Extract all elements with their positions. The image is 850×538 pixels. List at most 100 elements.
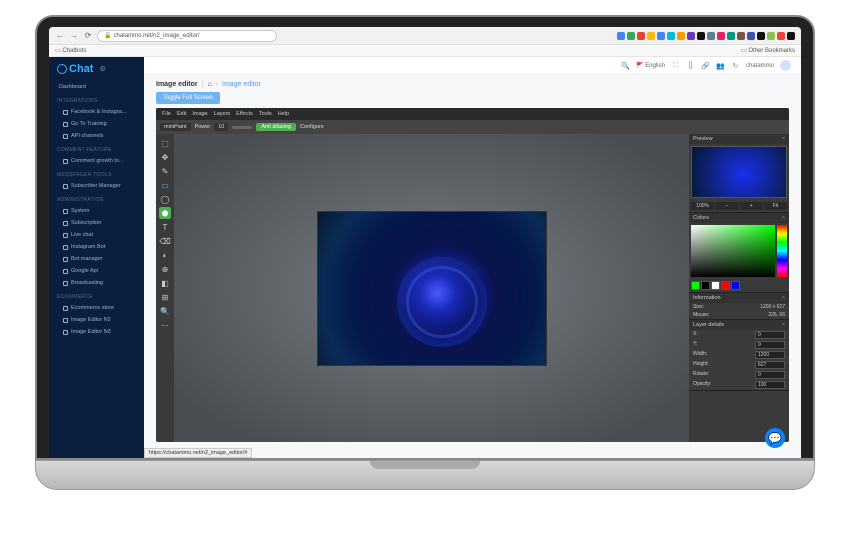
sidebar-item[interactable]: Image Editor N3 [49,326,144,338]
extension-icon[interactable] [677,32,685,40]
extension-icon[interactable] [667,32,675,40]
menu-edit[interactable]: Edit [177,111,186,117]
extension-icon[interactable] [657,32,665,40]
tool-button[interactable]: ⬚ [159,137,171,149]
color-swatch[interactable] [731,281,740,290]
language-picker[interactable]: 🚩 English [636,62,665,69]
breadcrumb-home[interactable]: ⌂ [207,81,211,88]
sidebar-item[interactable]: Facebook & Instagra... [49,106,144,118]
forward-button[interactable]: → [69,31,79,41]
extension-icon[interactable] [647,32,655,40]
menu-tools[interactable]: Tools [259,111,272,117]
tool-button[interactable]: ▭ [159,179,171,191]
username[interactable]: chatammo [746,63,774,69]
segment-icon[interactable]: [] [686,61,695,70]
zoom-fit[interactable]: Fit [764,202,787,210]
tool-button[interactable]: ⌫ [159,235,171,247]
sidebar-item[interactable]: Subscriber Manager [49,180,144,192]
extension-icon[interactable] [767,32,775,40]
sidebar-item[interactable]: Image Editor N2 [49,314,144,326]
team-icon[interactable]: 👥 [716,61,725,70]
layer-input[interactable] [755,361,785,369]
search-icon[interactable]: 🔍 [621,61,630,70]
preview-thumb[interactable] [691,146,787,198]
extension-icon[interactable] [747,32,755,40]
menu-file[interactable]: File [162,111,171,117]
tool-button[interactable]: ✎ [159,165,171,177]
configure-button[interactable]: Configure [300,124,324,130]
extension-icon[interactable] [617,32,625,40]
tool-button[interactable]: T [159,221,171,233]
menu-effects[interactable]: Effects [236,111,253,117]
layer-input[interactable] [755,341,785,349]
menu-help[interactable]: Help [278,111,289,117]
tool-button[interactable]: ◐ [159,249,171,261]
breadcrumb-link[interactable]: Image editor [222,81,261,88]
layer-input[interactable] [755,351,785,359]
close-icon[interactable]: × [782,136,785,142]
tool-button[interactable]: ⬟ [159,207,171,219]
sidebar-item-dashboard[interactable]: Dashboard [49,81,144,93]
color-swatch[interactable] [721,281,730,290]
sidebar-item[interactable]: Live chat [49,229,144,241]
tool-button[interactable]: ⊕ [159,263,171,275]
anti-aliasing-toggle[interactable]: Anti aliasing [256,123,296,131]
avatar[interactable] [780,60,791,71]
extension-icon[interactable] [777,32,785,40]
extension-icon[interactable] [717,32,725,40]
sidebar-item[interactable]: Google Api [49,265,144,277]
power-slider[interactable] [232,126,252,129]
zoom-in[interactable]: + [740,202,763,210]
extension-icon[interactable] [727,32,735,40]
messenger-fab[interactable]: 💬 [765,428,785,448]
other-bookmarks[interactable]: ▭ Other Bookmarks [741,47,795,54]
link-icon[interactable]: 🔗 [701,61,710,70]
sidebar-item[interactable]: Comment growth to... [49,155,144,167]
tool-button[interactable]: ⊞ [159,291,171,303]
hue-slider[interactable] [777,225,787,277]
layer-input[interactable] [755,331,785,339]
tool-button[interactable]: 🔍 [159,305,171,317]
power-value[interactable]: 10 [214,123,228,131]
tool-button[interactable]: ⋯ [159,319,171,331]
address-bar[interactable]: 🔒 chatammo.net/n2_image_editor/ [97,30,277,42]
tool-button[interactable]: ◯ [159,193,171,205]
bookmark-chatbots[interactable]: ▭ Chatbots [55,47,86,54]
close-icon[interactable]: × [782,322,785,328]
extension-icon[interactable] [627,32,635,40]
canvas-area[interactable] [174,134,689,442]
sidebar-item[interactable]: Instagram Bot [49,241,144,253]
app-logo[interactable]: Chat ⚙ [49,57,144,81]
refresh-icon[interactable]: ↻ [731,61,740,70]
zoom-value[interactable]: 100% [691,202,714,210]
sidebar-item[interactable]: API channels [49,130,144,142]
sidebar-item[interactable]: Subscription [49,217,144,229]
tool-button[interactable]: ✥ [159,151,171,163]
sidebar-item[interactable]: System [49,205,144,217]
sidebar-item[interactable]: Bot manager [49,253,144,265]
expand-icon[interactable]: ⛶ [671,61,680,70]
color-swatch[interactable] [711,281,720,290]
canvas-image[interactable] [317,211,547,366]
tool-button[interactable]: ◧ [159,277,171,289]
extension-icon[interactable] [757,32,765,40]
extension-icon[interactable] [697,32,705,40]
extension-icon[interactable] [707,32,715,40]
menu-layers[interactable]: Layers [214,111,231,117]
extension-icon[interactable] [737,32,745,40]
extension-icon[interactable] [687,32,695,40]
extension-icon[interactable] [637,32,645,40]
extension-icon[interactable] [787,32,795,40]
sidebar-item[interactable]: Go To Training [49,118,144,130]
saturation-picker[interactable] [691,225,775,277]
toggle-fullscreen-button[interactable]: Toggle Full Screen [156,92,220,104]
sidebar-item[interactable]: Broadcasting [49,277,144,289]
sidebar-item[interactable]: Ecommerce store [49,302,144,314]
layer-input[interactable] [755,371,785,379]
back-button[interactable]: ← [55,31,65,41]
close-icon[interactable]: × [782,295,785,301]
close-icon[interactable]: × [782,215,785,221]
zoom-out[interactable]: − [715,202,738,210]
layer-input[interactable] [755,381,785,389]
reload-button[interactable]: ⟳ [83,31,93,41]
